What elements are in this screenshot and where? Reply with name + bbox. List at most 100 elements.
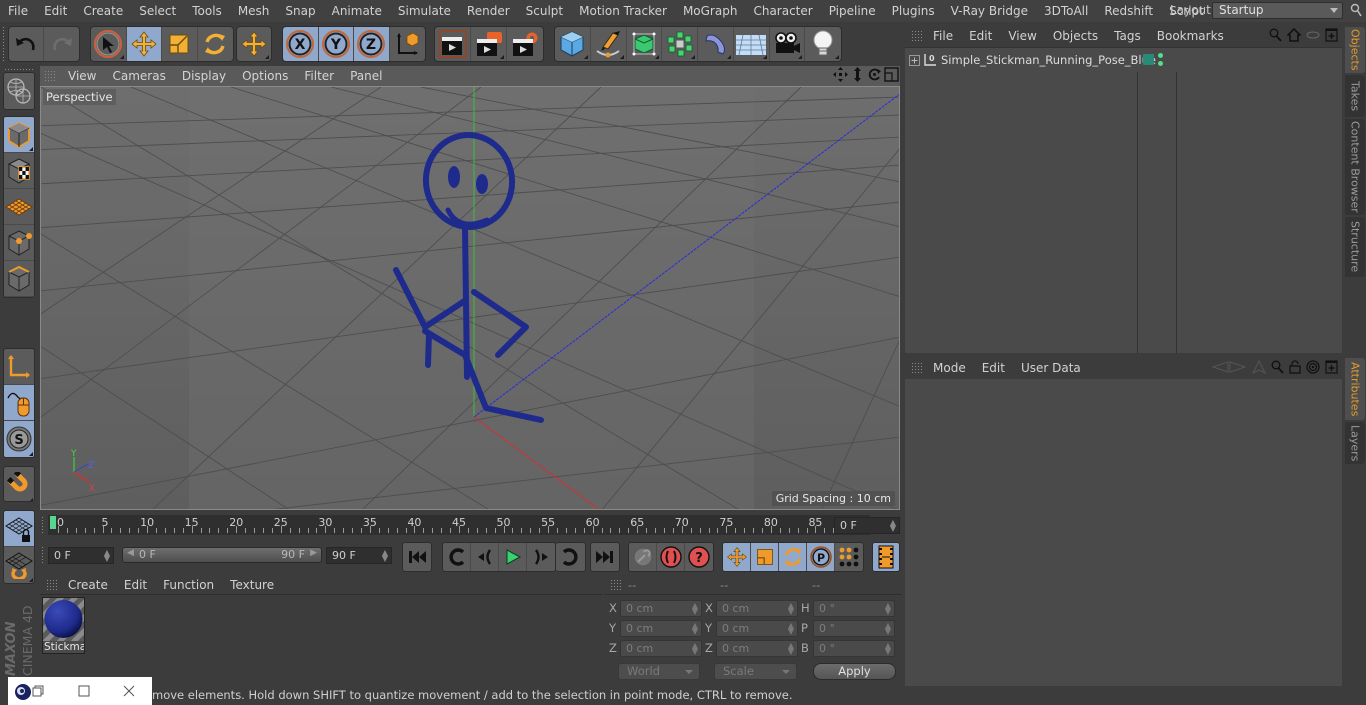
spinner-icon[interactable]: ▲ ▼ — [788, 642, 794, 656]
keyframe-selection-button[interactable]: ? — [685, 543, 713, 571]
home-icon[interactable] — [1287, 28, 1301, 42]
attribute-menu-user-data[interactable]: User Data — [1013, 361, 1089, 375]
spinner-icon[interactable]: ▲ ▼ — [692, 602, 698, 616]
rotation-h-field[interactable]: 0 ° ▲ ▼ — [813, 600, 895, 617]
key-rotation-button[interactable] — [779, 543, 807, 571]
spinner-icon[interactable]: ▲ ▼ — [890, 519, 896, 533]
menu-redshift[interactable]: Redshift — [1096, 4, 1161, 18]
target-icon[interactable] — [1306, 360, 1320, 374]
new-window-icon[interactable] — [1325, 28, 1338, 42]
axis-mode-button[interactable] — [4, 349, 34, 385]
workplane-mode-button[interactable] — [4, 189, 34, 225]
close-icon[interactable] — [123, 685, 135, 697]
tab-takes[interactable]: Takes — [1345, 75, 1365, 117]
rotate-tool-button[interactable] — [198, 27, 233, 61]
edges-mode-button[interactable] — [4, 261, 34, 297]
spinner-icon[interactable]: ▲ ▼ — [692, 622, 698, 636]
key-scale-button[interactable] — [751, 543, 779, 571]
polygons-mode-button[interactable] — [4, 297, 34, 298]
tab-structure[interactable]: Structure — [1345, 217, 1365, 277]
object-menu-bookmarks[interactable]: Bookmarks — [1149, 29, 1232, 43]
up-icon[interactable] — [1252, 360, 1266, 374]
object-name[interactable]: Simple_Stickman_Running_Pose_Blue — [941, 53, 1156, 67]
x-axis-lock-button[interactable]: X — [283, 27, 319, 61]
add-spline-button[interactable] — [591, 27, 627, 61]
undo-button[interactable] — [9, 27, 45, 61]
pan-view-icon[interactable] — [833, 67, 848, 82]
search-icon[interactable] — [1271, 360, 1284, 374]
menu-plugins[interactable]: Plugins — [884, 4, 943, 18]
menu-simulate[interactable]: Simulate — [390, 4, 459, 18]
current-frame-marker[interactable] — [50, 516, 56, 529]
size-z-field[interactable]: 0 cm ▲ ▼ — [716, 640, 798, 657]
texture-mode-button[interactable] — [4, 153, 34, 189]
current-frame-field[interactable]: 0 F ▲ ▼ — [834, 517, 900, 534]
spinner-icon[interactable]: ▲ ▼ — [692, 642, 698, 656]
solo-mode-button[interactable]: S — [4, 421, 34, 457]
tab-content-browser[interactable]: Content Browser — [1345, 119, 1365, 215]
material-menu-texture[interactable]: Texture — [222, 578, 282, 592]
menu-render[interactable]: Render — [459, 4, 518, 18]
spinner-icon[interactable]: ▲ ▼ — [382, 549, 388, 563]
add-camera-button[interactable] — [770, 27, 806, 61]
panel-grip[interactable] — [911, 30, 923, 42]
menu-character[interactable]: Character — [745, 4, 820, 18]
key-position-button[interactable] — [723, 543, 751, 571]
object-menu-tags[interactable]: Tags — [1106, 29, 1149, 43]
menu-mesh[interactable]: Mesh — [230, 4, 278, 18]
menu-v-ray-bridge[interactable]: V-Ray Bridge — [943, 4, 1036, 18]
apply-button[interactable]: Apply — [813, 663, 896, 680]
zoom-view-icon[interactable] — [850, 67, 865, 82]
panel-grip[interactable] — [911, 362, 923, 374]
restore-icon[interactable] — [32, 685, 44, 697]
scale-tool-button[interactable] — [162, 27, 198, 61]
viewport-menu-panel[interactable]: Panel — [342, 69, 390, 83]
position-y-field[interactable]: 0 cm ▲ ▼ — [620, 620, 702, 637]
search-icon[interactable] — [1269, 28, 1282, 42]
rotation-p-field[interactable]: 0 ° ▲ ▼ — [813, 620, 895, 637]
go-to-start-button[interactable] — [403, 543, 431, 571]
back-forward-icon[interactable] — [1211, 361, 1247, 373]
coordinate-space-dropdown[interactable]: World — [618, 663, 700, 680]
next-frame-button[interactable] — [527, 543, 555, 571]
viewport-menu-view[interactable]: View — [60, 69, 104, 83]
go-to-end-button[interactable] — [591, 543, 619, 571]
display-tag-icon[interactable] — [1143, 54, 1154, 65]
size-y-field[interactable]: 0 cm ▲ ▼ — [716, 620, 798, 637]
new-window-icon[interactable] — [1325, 360, 1338, 374]
range-left-arrow-icon[interactable]: ◀ — [127, 548, 134, 558]
object-menu-edit[interactable]: Edit — [961, 29, 1000, 43]
coordinate-system-button[interactable] — [390, 27, 425, 61]
search-icon[interactable] — [1350, 3, 1362, 17]
timeline-ruler[interactable]: 051015202530354045505560657075808590 — [48, 515, 870, 535]
rotate-view-icon[interactable] — [867, 67, 882, 82]
lock-icon[interactable] — [1289, 360, 1301, 374]
add-light-button[interactable] — [805, 27, 841, 61]
spinner-icon[interactable]: ▲ ▼ — [885, 602, 891, 616]
menu-snap[interactable]: Snap — [277, 4, 323, 18]
coordinate-mode-dropdown[interactable]: Scale — [714, 663, 797, 680]
previous-frame-button[interactable] — [471, 543, 499, 571]
menu-motion-tracker[interactable]: Motion Tracker — [571, 4, 675, 18]
tab-objects[interactable]: Objects — [1345, 27, 1365, 73]
y-axis-lock-button[interactable]: Y — [318, 27, 354, 61]
tab-attributes[interactable]: Attributes — [1345, 358, 1365, 420]
toolbar-grip[interactable] — [2, 26, 6, 62]
rotation-b-field[interactable]: 0 ° ▲ ▼ — [813, 640, 895, 657]
attribute-menu-edit[interactable]: Edit — [974, 361, 1013, 375]
spinner-icon[interactable]: ▲ ▼ — [885, 642, 891, 656]
play-button[interactable] — [499, 543, 527, 571]
viewport-menu-options[interactable]: Options — [234, 69, 296, 83]
viewport-menu-filter[interactable]: Filter — [296, 69, 342, 83]
menu-edit[interactable]: Edit — [36, 4, 75, 18]
menu-animate[interactable]: Animate — [324, 4, 390, 18]
object-menu-file[interactable]: File — [925, 29, 961, 43]
menu-tools[interactable]: Tools — [184, 4, 230, 18]
record-keys-button[interactable] — [629, 543, 657, 571]
key-point-level-button[interactable] — [835, 543, 863, 571]
autokeying-button[interactable] — [657, 543, 685, 571]
add-cube-button[interactable] — [555, 27, 591, 61]
menu-create[interactable]: Create — [75, 4, 131, 18]
menu-mograph[interactable]: MoGraph — [675, 4, 746, 18]
render-settings-button[interactable] — [507, 27, 543, 61]
